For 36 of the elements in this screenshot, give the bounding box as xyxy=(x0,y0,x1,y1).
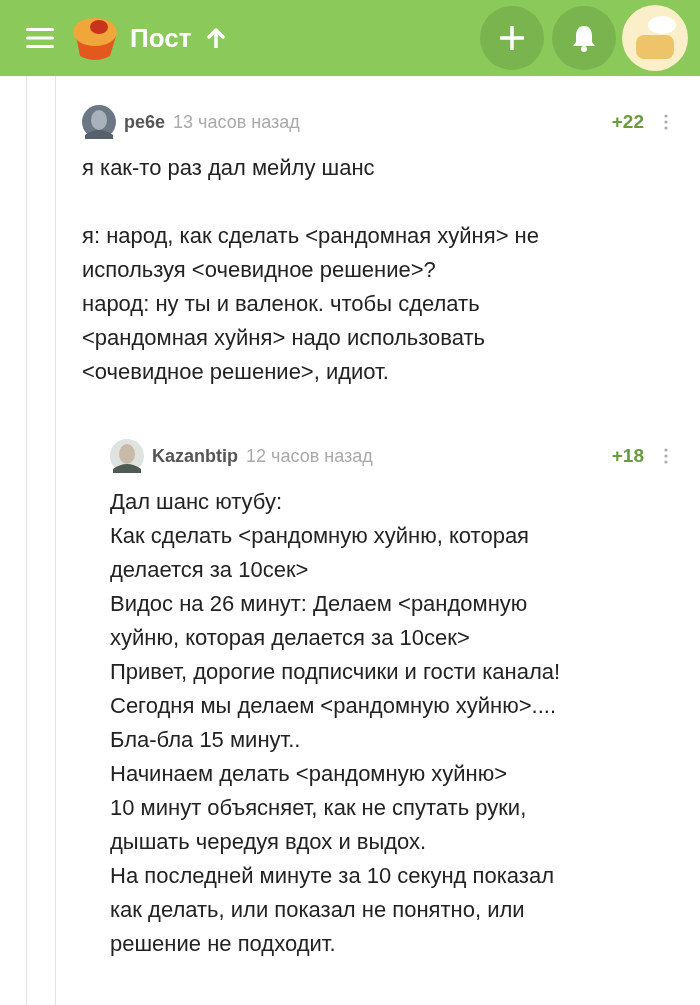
comment-author[interactable]: Kazanbtip xyxy=(152,442,238,470)
comment-text-line: Дал шанс ютубу: xyxy=(110,488,284,516)
comment-rating: +22 xyxy=(611,109,644,134)
page-title: Пост xyxy=(130,21,192,55)
comment-text-line: я: народ, как сделать <рандомная хуйня> не xyxy=(82,222,540,250)
comment-text-line: решение не подходит. xyxy=(110,930,337,958)
menu-icon[interactable] xyxy=(26,27,54,49)
comment-text-line: делается за 10сек> xyxy=(110,556,310,584)
comment-text-line: Сегодня мы делаем <рандомную хуйню>.... xyxy=(110,692,558,720)
comment-text-line: <очевидное решение>, идиот. xyxy=(82,358,390,386)
comment-text-line: Начинаем делать <рандомную хуйню> xyxy=(110,760,509,788)
comment-text-line: Бла-бла 15 минут.. xyxy=(110,726,302,754)
more-icon[interactable] xyxy=(664,448,668,464)
comment-text-line: я как-то раз дал мейлу шанс xyxy=(82,154,376,182)
comment-text-line: <рандомная хуйня> надо использовать xyxy=(82,324,486,352)
comment-time: 12 часов назад xyxy=(246,444,373,468)
comment-text-line: 10 минут объясняет, как не спутать руки, xyxy=(110,794,528,822)
comment-time: 13 часов назад xyxy=(173,110,300,134)
comment-text-line: используя <очевидное решение>? xyxy=(82,256,437,284)
avatar[interactable] xyxy=(82,105,116,139)
bell-icon xyxy=(572,24,596,52)
comment-text-line: Видос на 26 минут: Делаем <рандомную xyxy=(110,590,529,618)
comment-rating: +18 xyxy=(611,443,644,468)
comment-author[interactable]: ре6е xyxy=(124,108,166,136)
comment-text-line: На последней минуте за 10 секунд показал xyxy=(110,862,555,890)
plus-icon xyxy=(500,26,524,50)
comment-text-line: как делать, или показал не понятно, или xyxy=(110,896,526,924)
comment-text-line: Как сделать <рандомную хуйню, которая xyxy=(110,522,531,550)
arrow-up-icon[interactable] xyxy=(207,28,226,48)
avatar[interactable] xyxy=(110,439,144,473)
user-avatar[interactable] xyxy=(622,5,688,71)
comment-text-line: народ: ну ты и валенок. чтобы сделать xyxy=(82,290,481,318)
more-icon[interactable] xyxy=(664,114,668,130)
comment-text-line: хуйню, которая делается за 10сек> xyxy=(110,624,471,652)
comment-text-line: дышать чередуя вдох и выдох. xyxy=(110,828,428,856)
comment-text-line: Привет, дорогие подписчики и гости канала! xyxy=(110,658,562,686)
